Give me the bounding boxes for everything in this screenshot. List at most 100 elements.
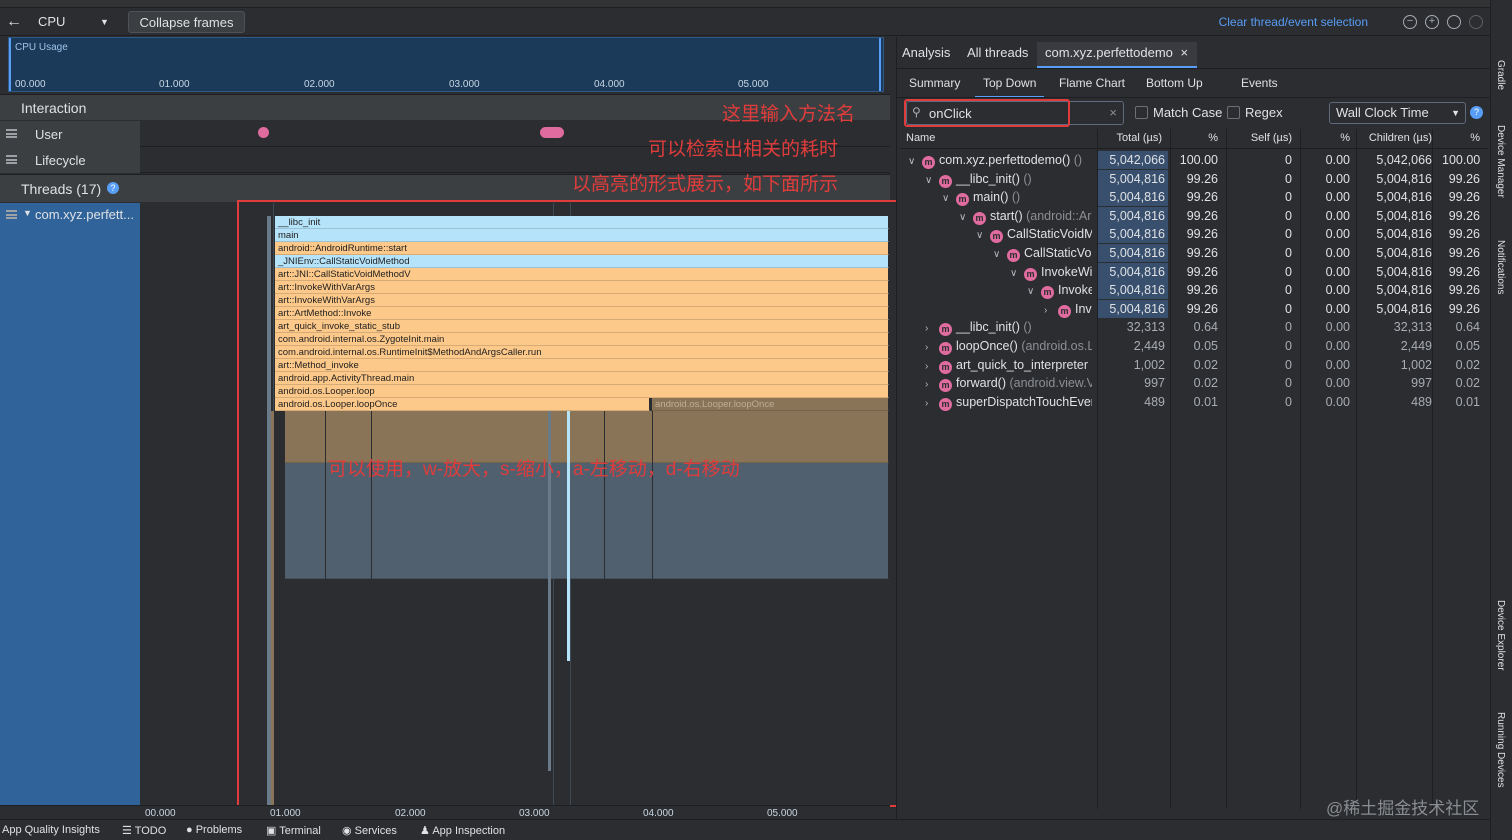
tab-all-threads[interactable]: All threads (967, 45, 1028, 67)
table-row[interactable]: ∨ m InvokeWit 5,004,816 99.26 0 0.00 5,004,816 9… (900, 262, 1488, 282)
side-tab-running-devices[interactable]: Running Devices (1495, 712, 1506, 788)
expand-chevron-icon[interactable]: › (925, 398, 939, 409)
help-icon[interactable]: ? (107, 182, 119, 194)
tab-bottom-up[interactable]: Bottom Up (1146, 76, 1203, 90)
expand-chevron-icon[interactable]: ∨ (959, 212, 973, 223)
total-cell: 5,004,816 (1098, 244, 1168, 262)
tab-flame-chart[interactable]: Flame Chart (1059, 76, 1125, 90)
status-services[interactable]: ◉ Services (342, 824, 397, 837)
method-icon: m (939, 379, 952, 393)
expand-chevron-icon[interactable]: ∨ (993, 249, 1007, 260)
table-row[interactable]: ∨ m start() (android::Ar 5,004,816 99.26 0 0.0… (900, 206, 1488, 226)
side-tab-notifications[interactable]: Notifications (1495, 240, 1506, 294)
clear-search-icon[interactable]: × (1109, 105, 1117, 120)
total-cell: 5,004,816 (1098, 225, 1168, 244)
table-row[interactable]: ∨ m CallStaticVoidM 5,004,816 99.26 0 0.00 5,00… (900, 225, 1488, 244)
column-header[interactable]: Children (µs) (1360, 132, 1432, 144)
problems-icon: ● (186, 824, 196, 836)
expand-chevron-icon[interactable]: ∨ (925, 175, 939, 186)
clear-selection-link[interactable]: Clear thread/event selection (1219, 11, 1368, 33)
table-row[interactable]: › m superDispatchTouchEver 489 0.01 0 0.00 489 0… (900, 393, 1488, 412)
children-pct-cell: 0.02 (1455, 376, 1480, 391)
user-event-marker[interactable] (258, 127, 269, 138)
column-header[interactable]: Self (µs) (1228, 132, 1292, 144)
status-terminal[interactable]: ▣ Terminal (266, 824, 321, 837)
total-cell: 5,042,066 (1098, 151, 1168, 169)
total-cell: 32,313 (1126, 320, 1165, 335)
back-arrow-icon[interactable]: ← (6, 11, 22, 33)
table-row[interactable]: › m loopOnce() (android.os.L 2,449 0.05 0 0.00… (900, 337, 1488, 356)
total-pct-cell: 99.26 (1186, 246, 1218, 260)
chevron-down-icon[interactable]: ▼ (100, 11, 109, 33)
expand-chevron-icon[interactable]: › (1044, 305, 1058, 316)
table-row[interactable]: ∨ m Invoke 5,004,816 99.26 0 0.00 5,004,816 99.2… (900, 281, 1488, 300)
drag-handle-icon[interactable] (6, 210, 17, 219)
table-row[interactable]: ∨ m CallStaticVoi 5,004,816 99.26 0 0.00 5,004,… (900, 244, 1488, 263)
regex-label: Regex (1245, 105, 1283, 120)
column-header[interactable]: Total (µs) (1098, 132, 1162, 144)
regex-checkbox[interactable] (1227, 106, 1240, 119)
cpu-usage-track[interactable]: CPU Usage 00.000 01.000 02.000 03.000 04… (8, 37, 884, 92)
drag-handle-icon[interactable] (6, 129, 17, 138)
expand-chevron-icon[interactable]: › (925, 323, 939, 334)
tab-top-down[interactable]: Top Down (975, 76, 1045, 98)
user-event-marker[interactable] (540, 127, 564, 138)
expand-chevron-icon[interactable]: ∨ (942, 193, 956, 204)
table-row[interactable]: ∨ m __libc_init() () 5,004,816 99.26 0 0.00 5,0… (900, 169, 1488, 189)
total-pct-cell: 0.05 (1193, 339, 1218, 353)
help-icon[interactable]: ? (1470, 106, 1483, 119)
side-tab-gradle[interactable]: Gradle (1495, 60, 1506, 90)
zoom-in-icon[interactable]: + (1425, 15, 1439, 29)
tab-thread[interactable]: com.xyz.perfettodemo × (1037, 42, 1197, 68)
drag-handle-icon[interactable] (6, 155, 17, 164)
close-icon[interactable]: × (1181, 45, 1189, 60)
self-pct-cell: 0.00 (1325, 357, 1350, 372)
collapse-frames-button[interactable]: Collapse frames (128, 11, 245, 33)
table-row[interactable]: ∨ m main() () 5,004,816 99.26 0 0.00 5,004,816 9… (900, 188, 1488, 207)
table-row[interactable]: ∨ m com.xyz.perfettodemo() () 5,042,066 100.… (900, 151, 1488, 170)
table-row[interactable]: › m art_quick_to_interpreter 1,002 0.02 0 0.00… (900, 356, 1488, 375)
column-header[interactable]: % (1302, 132, 1350, 144)
expand-chevron-icon[interactable]: › (925, 342, 939, 353)
expand-chevron-icon[interactable]: › (925, 361, 939, 372)
status-app-inspection[interactable]: ♟ App Inspection (420, 824, 505, 837)
expand-chevron-icon[interactable]: › (925, 379, 939, 390)
match-case-checkbox[interactable] (1135, 106, 1148, 119)
self-cell: 0 (1285, 190, 1292, 205)
total-pct-cell: 0.64 (1193, 320, 1218, 335)
zoom-out-icon[interactable]: − (1403, 15, 1417, 29)
children-cell: 32,313 (1393, 320, 1432, 335)
column-header[interactable]: Name (906, 132, 935, 144)
table-row[interactable]: ›m Invo 5,004,816 99.26 0 0.00 5,004,816 99.26 (900, 299, 1488, 319)
self-cell: 0 (1285, 339, 1292, 353)
expand-chevron-icon[interactable]: ∨ (1027, 286, 1041, 297)
reset-zoom-icon[interactable] (1447, 15, 1461, 29)
expand-icon[interactable]: ▼ (23, 208, 32, 218)
row-name: ∨ m main() () (942, 190, 1092, 207)
method-icon: m (939, 174, 952, 188)
tab-summary[interactable]: Summary (909, 76, 960, 90)
thread-name: com.xyz.perfett... (35, 207, 134, 222)
zoom-to-selection-icon[interactable] (1469, 15, 1483, 29)
annotation-search-hint: 以高亮的形式展示，如下面所示 (572, 174, 839, 195)
side-tab-device-manager[interactable]: Device Manager (1495, 125, 1506, 198)
side-tab-device-explorer[interactable]: Device Explorer (1495, 600, 1506, 671)
clock-type-dropdown[interactable]: Wall Clock Time ▼ (1329, 102, 1466, 124)
table-row[interactable]: › m __libc_init() () 32,313 0.64 0 0.00 32,313 0… (900, 318, 1488, 337)
status-problems[interactable]: ● Problems (186, 824, 242, 836)
cpu-selector[interactable]: CPU (38, 11, 65, 33)
children-cell: 5,004,816 (1376, 190, 1432, 205)
status-todo[interactable]: ☰ TODO (122, 824, 166, 837)
status-app-quality-insights[interactable]: App Quality Insights (2, 824, 100, 836)
tab-events[interactable]: Events (1241, 76, 1278, 90)
table-row[interactable]: › m forward() (android.view.V 997 0.02 0 0.00 9… (900, 374, 1488, 393)
column-header[interactable]: % (1172, 132, 1218, 144)
children-cell: 2,449 (1400, 339, 1432, 353)
tab-analysis[interactable]: Analysis (902, 45, 950, 67)
thread-row-main[interactable]: ▼ com.xyz.perfett... (0, 203, 140, 227)
method-icon: m (939, 397, 952, 411)
expand-chevron-icon[interactable]: ∨ (908, 156, 922, 167)
expand-chevron-icon[interactable]: ∨ (1010, 268, 1024, 279)
expand-chevron-icon[interactable]: ∨ (976, 230, 990, 241)
column-header[interactable]: % (1442, 132, 1480, 144)
